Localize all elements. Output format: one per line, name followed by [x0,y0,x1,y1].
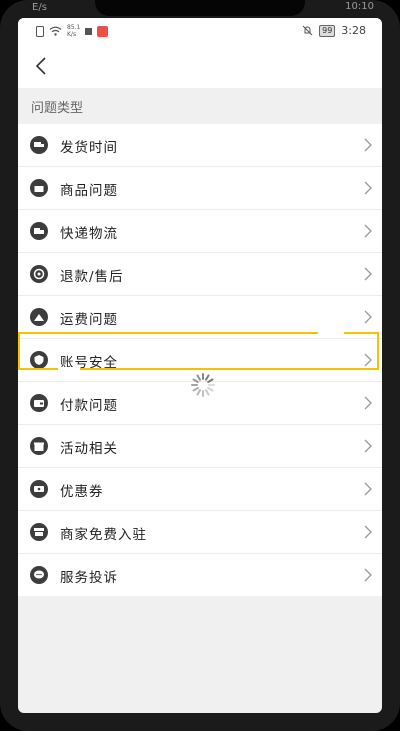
chat-icon [30,566,48,584]
back-arrow-icon[interactable] [30,54,54,78]
wallet-icon [30,394,48,412]
chevron-right-icon [364,310,372,324]
nav-bar [18,44,382,88]
list-item-label: 付款问题 [60,398,118,414]
list-item-label: 商品问题 [60,183,118,199]
list-item[interactable]: 商品问题 [18,167,382,210]
list-item[interactable]: 优惠券 [18,468,382,511]
list-item[interactable]: 快递物流 [18,210,382,253]
list-item[interactable]: 服务投诉 [18,554,382,596]
refund-icon [30,265,48,283]
network-speed-unit: K/s [67,31,77,38]
section-header: 问题类型 [18,88,382,124]
loading-spinner-icon [191,373,215,397]
chevron-right-icon [364,482,372,496]
app-screen: 85.1 K/s 99 3:28 问题类型 发货时间商品问题快递物流退款/售后运… [18,18,382,713]
list-item-label: 服务投诉 [60,570,118,586]
list-item-label: 商家免费入驻 [60,527,147,543]
chevron-right-icon [364,568,372,582]
network-speed: 85.1 K/s [67,24,80,38]
status-bar: 85.1 K/s 99 3:28 [18,18,382,44]
shield-icon [30,351,48,369]
list-item-label: 优惠券 [60,484,104,500]
camera-notch [95,0,305,16]
chevron-right-icon [364,267,372,281]
list-item-label: 活动相关 [60,441,118,457]
app-notification-icon [97,25,109,37]
list-item[interactable]: 商家免费入驻 [18,511,382,554]
delivery-icon [30,222,48,240]
box-icon [30,179,48,197]
wifi-icon [49,26,62,36]
chevron-right-icon [364,353,372,367]
chevron-right-icon [364,396,372,410]
battery-indicator: 99 [319,24,336,37]
store-icon [30,523,48,541]
section-title: 问题类型 [31,101,84,116]
coupon-icon [30,480,48,498]
phone-frame: E/s 10:10 85.1 K/s 99 3:28 问题类型 发货时间 商品问… [0,0,400,731]
list-item-label: 发货时间 [60,140,118,156]
list-item-label: 账号安全 [60,355,118,371]
list-item[interactable]: 运费问题 [18,296,382,339]
chevron-right-icon [364,181,372,195]
shipping-fee-icon [30,308,48,326]
list-item-label: 退款/售后 [60,269,124,285]
issue-type-list: 发货时间商品问题快递物流退款/售后运费问题账号安全付款问题活动相关优惠券商家免费… [18,124,382,596]
network-speed-value: 85.1 [67,24,81,31]
chevron-right-icon [364,138,372,152]
chevron-right-icon [364,439,372,453]
gift-icon [30,437,48,455]
list-item[interactable]: 活动相关 [18,425,382,468]
list-item[interactable]: 退款/售后 [18,253,382,296]
chevron-right-icon [364,525,372,539]
list-item-label: 快递物流 [60,226,118,242]
clock: 3:28 [341,24,366,37]
outer-status-left: E/s [32,2,47,13]
notification-square-icon [85,27,93,35]
sim-icon [36,25,44,37]
list-item[interactable]: 发货时间 [18,124,382,167]
truck-icon [30,136,48,154]
chevron-right-icon [364,224,372,238]
list-item-label: 运费问题 [60,312,118,328]
mute-icon [302,25,313,36]
outer-status-right: 10:10 [345,1,374,12]
